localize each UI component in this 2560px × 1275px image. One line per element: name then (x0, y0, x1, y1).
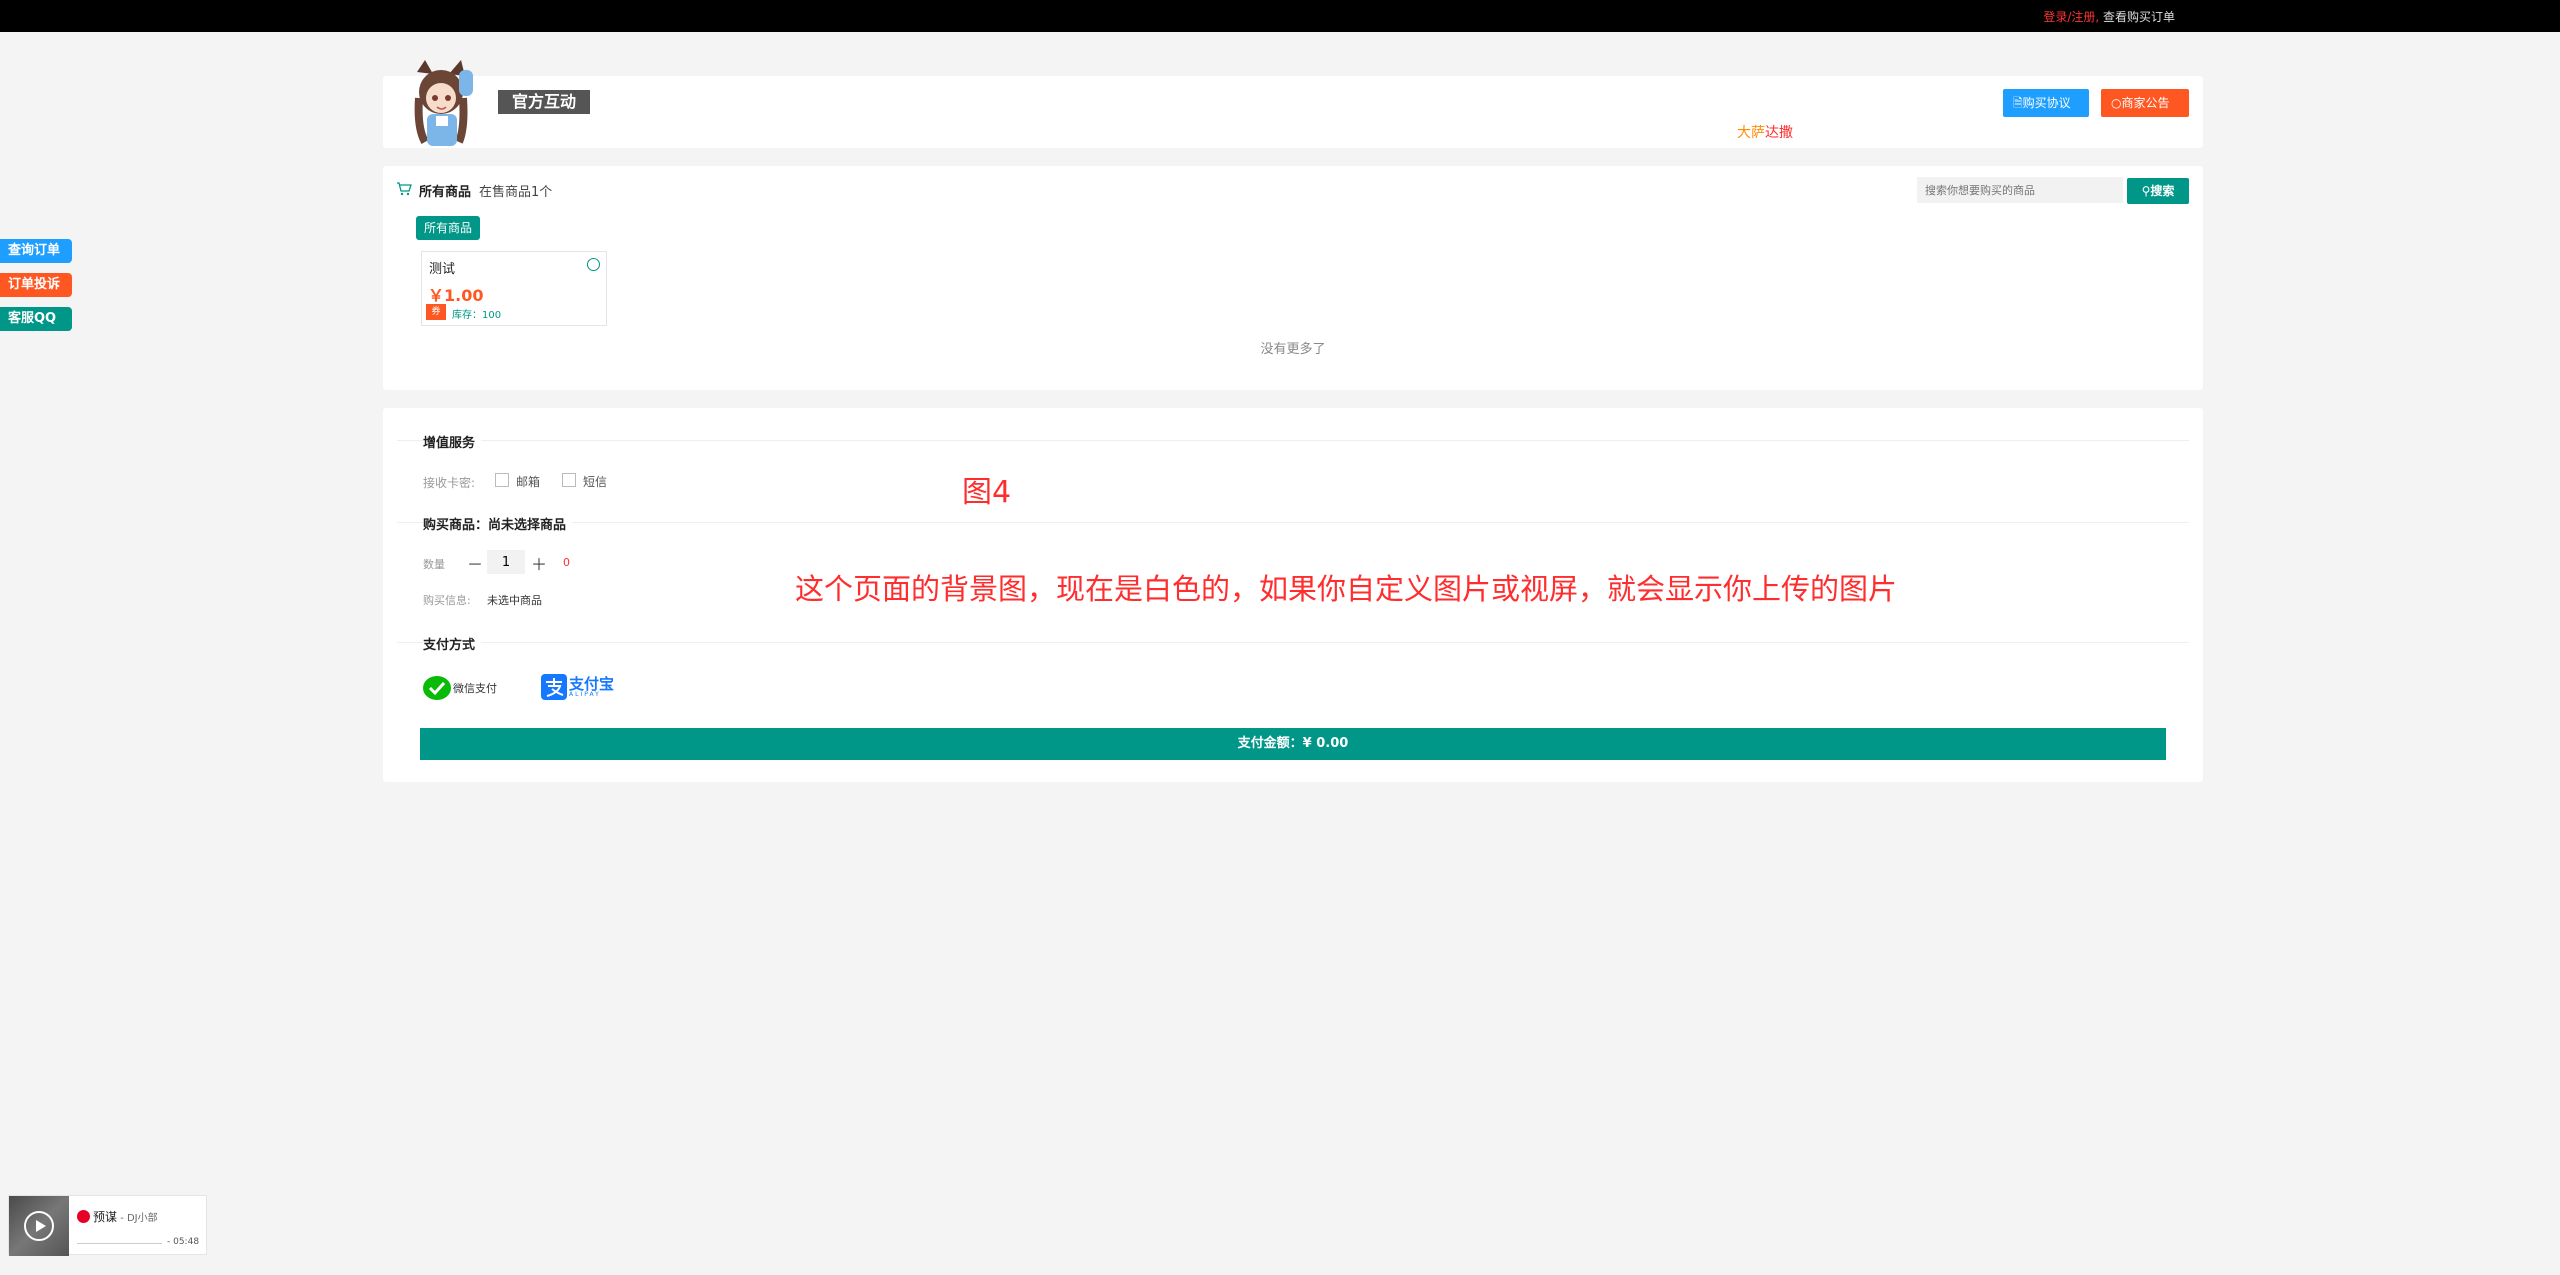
alipay-option[interactable]: 支付宝 ALIPAY (541, 674, 614, 700)
product-card[interactable]: 测试 ￥1.00 券 库存：100 (421, 251, 607, 326)
wechat-pay-label: 微信支付 (453, 682, 497, 695)
shop-avatar (414, 60, 473, 146)
no-more-text: 没有更多了 (1260, 342, 1326, 357)
search-label: 搜索 (2150, 184, 2175, 198)
goods-heading: 所有商品 在售商品1个 (397, 181, 552, 200)
pay-amount-button[interactable]: 支付金额：¥ 0.00 (420, 728, 2166, 760)
goods-panel: 所有商品在售商品1个 ⚲搜索 所有商品 测试 ￥1.00 券 库存：100 没有… (383, 166, 2203, 390)
quantity-plus-button[interactable]: ＋ (531, 551, 547, 575)
order-complaint-button[interactable]: 订单投诉 (0, 273, 72, 297)
search-button[interactable]: ⚲搜索 (2127, 178, 2189, 204)
agreement-label: 购买协议 (2022, 96, 2071, 110)
document-icon: 🗎 (2013, 96, 2023, 110)
marquee-text-a: 大萨 (1737, 125, 1765, 141)
goods-count: 在售商品1个 (479, 185, 553, 200)
notice-label: 商家公告 (2121, 96, 2170, 110)
chat-icon: ○ (2111, 96, 2122, 110)
quantity-stock: 0 (563, 556, 570, 569)
divider (397, 440, 2189, 441)
figure-note: 图4 (962, 475, 1012, 510)
shop-header: 官方互动 大萨达撒 🗎购买协议 ○商家公告 (383, 60, 2203, 148)
value-added-title: 增值服务 (423, 432, 482, 451)
top-links: 登录/注册, 查看购买订单 (2043, 8, 2175, 25)
music-player: 预谋 - DJ小部 - 05:48 (8, 1195, 207, 1256)
purchase-title: 购买商品：尚未选择商品 (423, 514, 573, 533)
track-info: 预谋 - DJ小部 (77, 1208, 158, 1225)
alipay-cn: 支付宝 (569, 674, 615, 693)
goods-title: 所有商品 (419, 185, 472, 200)
wechat-pay-icon (423, 676, 451, 700)
shop-name: 官方互动 (498, 90, 591, 114)
buy-info-label: 购买信息: (423, 594, 471, 607)
product-stock: 库存：100 (452, 310, 502, 321)
query-order-button[interactable]: 查询订单 (0, 239, 72, 263)
coupon-badge: 券 (426, 304, 446, 320)
receive-label: 接收卡密: (423, 476, 476, 490)
song-time: - 05:48 (167, 1237, 200, 1247)
product-name: 测试 (429, 262, 456, 277)
quantity-input[interactable] (487, 550, 525, 574)
view-orders-link[interactable]: 查看购买订单 (2099, 10, 2175, 24)
sms-checkbox[interactable] (562, 473, 576, 487)
email-checkbox[interactable] (495, 473, 509, 487)
song-title: 预谋 (93, 1210, 118, 1224)
alipay-icon (541, 674, 567, 700)
wechat-pay-option[interactable]: 微信支付 (423, 676, 497, 700)
payment-method-title: 支付方式 (423, 634, 482, 653)
divider (397, 642, 2189, 643)
purchase-agreement-button[interactable]: 🗎购买协议 (2003, 89, 2089, 117)
product-select-radio[interactable] (587, 258, 600, 271)
search-input[interactable] (1917, 177, 2123, 203)
alipay-logo-text: 支付宝 ALIPAY (569, 674, 615, 698)
email-label: 邮箱 (516, 475, 541, 489)
service-qq-button[interactable]: 客服QQ (0, 307, 72, 331)
top-bar: 登录/注册, 查看购买订单 (0, 0, 2560, 32)
category-all[interactable]: 所有商品 (416, 216, 481, 240)
play-icon[interactable] (24, 1211, 54, 1241)
netease-icon (77, 1210, 90, 1223)
buy-info-value: 未选中商品 (487, 594, 542, 607)
progress-track[interactable] (77, 1243, 162, 1244)
quantity-minus-button[interactable]: － (467, 551, 483, 575)
announcement-marquee: 大萨达撒 (1737, 122, 1793, 142)
login-link[interactable]: 登录/注册, (2043, 10, 2099, 24)
divider (397, 522, 2189, 523)
quantity-label: 数量 (423, 558, 445, 571)
merchant-notice-button[interactable]: ○商家公告 (2101, 89, 2189, 117)
product-price: ￥1.00 (428, 286, 484, 305)
sms-label: 短信 (583, 475, 608, 489)
marquee-text-b: 达撒 (1765, 125, 1793, 141)
album-cover (9, 1196, 69, 1256)
song-artist: - DJ小部 (117, 1213, 158, 1224)
background-note: 这个页面的背景图，现在是白色的，如果你自定义图片或视屏，就会显示你上传的图片 (795, 572, 1898, 606)
